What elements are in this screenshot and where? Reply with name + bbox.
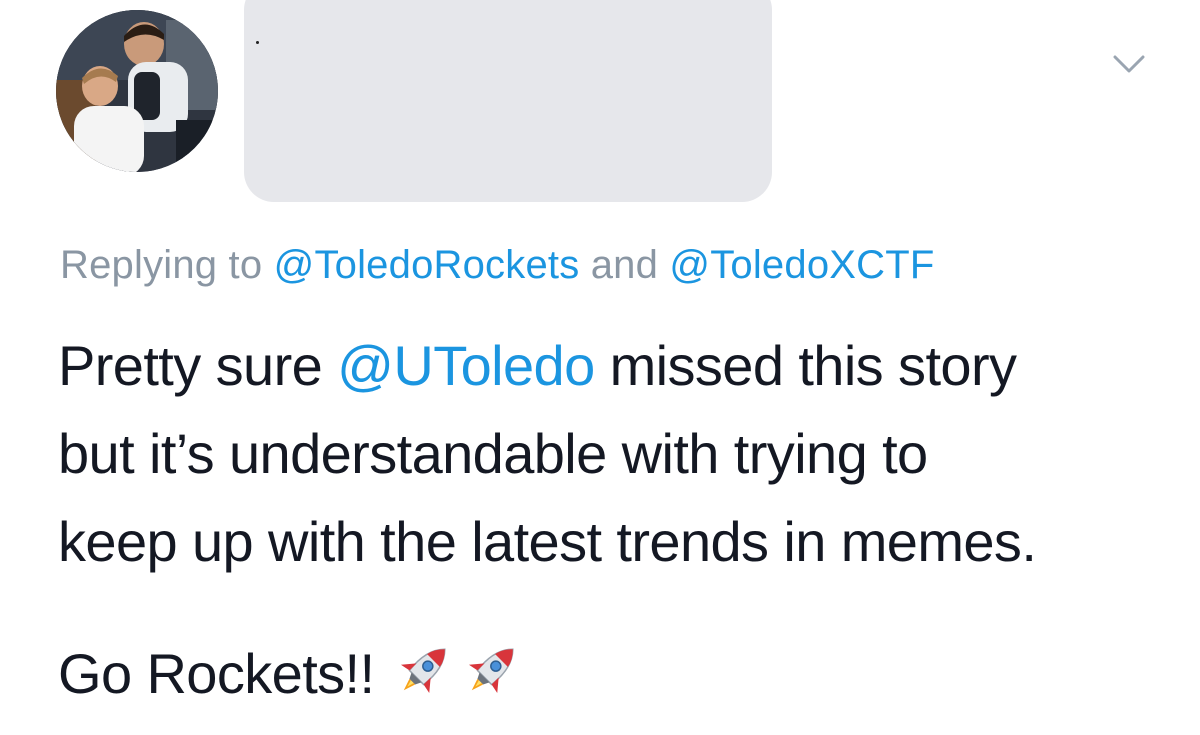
mention-link-toledorockets[interactable]: @ToledoRockets [274, 243, 580, 287]
tweet-text-line-2: but it’s understandable with trying to [58, 422, 928, 485]
tweet-text-line-3: keep up with the latest trends in memes. [58, 510, 1037, 573]
replying-prefix: Replying to [60, 243, 274, 287]
mention-link-utoledo[interactable]: @UToledo [337, 334, 595, 397]
tweet-text: Pretty sure @UToledo missed this story b… [58, 322, 1178, 586]
tweet-card: Replying to @ToledoRockets and @ToledoXC… [0, 0, 1200, 735]
tweet-text-segment: Pretty sure [58, 334, 338, 397]
mention-link-toledoxctf[interactable]: @ToledoXCTF [669, 243, 934, 287]
tweet-text-segment: missed this story [594, 334, 1017, 397]
profile-avatar[interactable] [56, 10, 218, 172]
rocket-emoji [469, 648, 514, 694]
replying-to-line: Replying to @ToledoRockets and @ToledoXC… [60, 243, 935, 288]
separator-dot [256, 41, 259, 44]
rocket-emoji [401, 648, 446, 694]
tweet-text-line-4: Go Rockets!! [58, 630, 525, 718]
tweet-text-line-1: Pretty sure @UToledo missed this story [58, 322, 1178, 410]
tweet-text-segment: Go Rockets!! [58, 642, 390, 705]
chevron-down-icon[interactable] [1112, 52, 1146, 76]
replying-connector: and [579, 243, 670, 287]
redacted-name-block [244, 0, 772, 202]
